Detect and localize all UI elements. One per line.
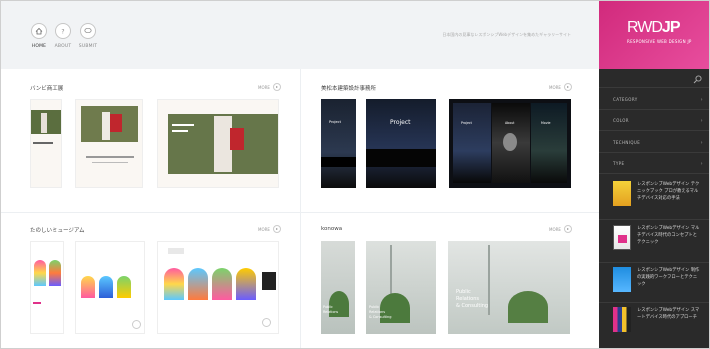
movie-label: Movie <box>541 121 551 125</box>
more-link[interactable]: MORE <box>549 83 572 91</box>
screenshot-desktop: Public Relations & Consulting <box>448 241 570 334</box>
book-title: レスポンシブWebデザイン マルチデバイス時代のコンセプトとテクニック <box>637 226 700 245</box>
menu-type[interactable]: TYPE › <box>613 161 703 167</box>
shot-text: Relations <box>456 296 479 302</box>
nav-submit[interactable]: SUBMIT <box>73 23 103 49</box>
shot-text: Public <box>456 289 471 295</box>
svg-text:?: ? <box>61 29 64 36</box>
shot-text: Relations <box>323 310 339 314</box>
book-title: レスポンシブWebデザイン 制作の実践的ワークフローとテクニック <box>637 268 700 287</box>
card-title: konowa <box>321 226 343 232</box>
column-divider <box>300 69 301 348</box>
book-cover-image <box>613 267 631 292</box>
chevron-right-icon: › <box>700 97 703 103</box>
nav-submit-label: SUBMIT <box>78 44 98 49</box>
screenshot-mobile <box>30 241 64 334</box>
book-article[interactable]: レスポンシブWebデザイン スマートデバイス時代のアプローチ <box>613 305 703 341</box>
divider <box>599 219 709 220</box>
gallery-card-bambi[interactable]: バンビ商工展 MORE <box>30 83 281 194</box>
shot-text: Public <box>369 305 380 309</box>
screenshot-mobile <box>30 99 62 188</box>
divider <box>599 302 709 303</box>
shot-text: Public <box>323 305 333 309</box>
book-title: レスポンシブWebデザイン スマートデバイス時代のアプローチ <box>637 308 700 320</box>
menu-category[interactable]: CATEGORY › <box>613 97 703 103</box>
gallery-card-museum[interactable]: たのしいミュージアム MORE <box>30 225 281 336</box>
house-icon <box>31 23 47 39</box>
shot-text: & Consulting <box>456 303 489 309</box>
divider <box>599 109 709 110</box>
screenshot-mobile: Public Relations <box>321 241 355 334</box>
chevron-right-icon: › <box>700 161 703 167</box>
shot-text: Relations <box>369 310 386 314</box>
divider <box>599 87 709 88</box>
app-window: HOME ? ABOUT SUBMIT 日本国内の見事なレスポンシブWebデザイ… <box>0 0 710 349</box>
chevron-right-icon: › <box>700 118 703 124</box>
screenshot-desktop <box>157 241 279 334</box>
divider <box>599 130 709 131</box>
more-label: MORE <box>258 226 270 232</box>
arrow-right-icon <box>272 225 281 233</box>
about-label: About <box>505 121 515 125</box>
more-label: MORE <box>549 226 561 232</box>
arrow-right-icon <box>272 83 281 91</box>
book-title: レスポンシブWebデザイン テクニックブック プロが教えるマルチデバイス対応の手… <box>637 182 700 201</box>
screenshot-mobile: Project <box>321 99 356 188</box>
book-cover-image <box>613 225 631 250</box>
book-article[interactable]: レスポンシブWebデザイン テクニックブック プロが教えるマルチデバイス対応の手… <box>613 179 703 215</box>
project-label: Project <box>461 121 472 125</box>
arrow-right-icon <box>563 83 572 91</box>
book-article[interactable]: レスポンシブWebデザイン マルチデバイス時代のコンセプトとテクニック <box>613 223 703 259</box>
more-link[interactable]: MORE <box>549 225 572 233</box>
sidebar: RWDJP RESPONSIVE WEB DESIGN JP CATEGORY ›… <box>599 1 709 348</box>
book-cover-image <box>613 307 631 332</box>
project-title: Project <box>390 119 411 126</box>
project-label: Project <box>329 120 341 124</box>
gallery-card-konowa[interactable]: konowa MORE Public Relations Public Relati… <box>321 225 572 336</box>
question-icon: ? <box>55 23 71 39</box>
menu-label: CATEGORY <box>613 97 638 102</box>
gallery-card-architect[interactable]: 美松本建築設計事務所 MORE Project Project Project … <box>321 83 572 194</box>
chevron-right-icon: › <box>700 140 703 146</box>
screenshot-desktop <box>157 99 279 188</box>
more-label: MORE <box>549 84 561 90</box>
menu-label: TYPE <box>613 161 625 166</box>
menu-technique[interactable]: TECHNIQUE › <box>613 140 703 146</box>
logo-wordmark: RWDJP <box>627 19 680 36</box>
site-header: HOME ? ABOUT SUBMIT 日本国内の見事なレスポンシブWebデザイ… <box>1 1 599 69</box>
divider <box>599 262 709 263</box>
card-title: たのしいミュージアム <box>30 228 85 234</box>
divider <box>599 173 709 174</box>
menu-label: TECHNIQUE <box>613 140 641 145</box>
screenshot-tablet: Public Relations & Consulting <box>366 241 436 334</box>
site-tagline: 日本国内の見事なレスポンシブWebデザインを集めたギャラリーサイト <box>442 32 571 37</box>
card-title: 美松本建築設計事務所 <box>321 86 377 92</box>
more-link[interactable]: MORE <box>258 83 281 91</box>
arrow-right-icon <box>563 225 572 233</box>
search-icon[interactable] <box>693 75 702 84</box>
more-link[interactable]: MORE <box>258 225 281 233</box>
logo[interactable]: RWDJP RESPONSIVE WEB DESIGN JP <box>599 1 709 69</box>
menu-label: COLOR <box>613 118 629 123</box>
screenshot-tablet: Project <box>366 99 436 188</box>
book-article[interactable]: レスポンシブWebデザイン 制作の実践的ワークフローとテクニック <box>613 265 703 301</box>
book-cover-image <box>613 181 631 206</box>
screenshot-desktop: Project About Movie <box>449 99 571 188</box>
screenshot-tablet <box>75 241 145 334</box>
divider <box>599 152 709 153</box>
card-title: バンビ商工展 <box>30 86 64 92</box>
menu-color[interactable]: COLOR › <box>613 118 703 124</box>
shot-text: & Consulting <box>369 315 392 319</box>
speech-bubble-icon <box>80 23 96 39</box>
screenshot-tablet <box>75 99 143 188</box>
logo-subtitle: RESPONSIVE WEB DESIGN JP <box>627 39 692 44</box>
more-label: MORE <box>258 84 270 90</box>
